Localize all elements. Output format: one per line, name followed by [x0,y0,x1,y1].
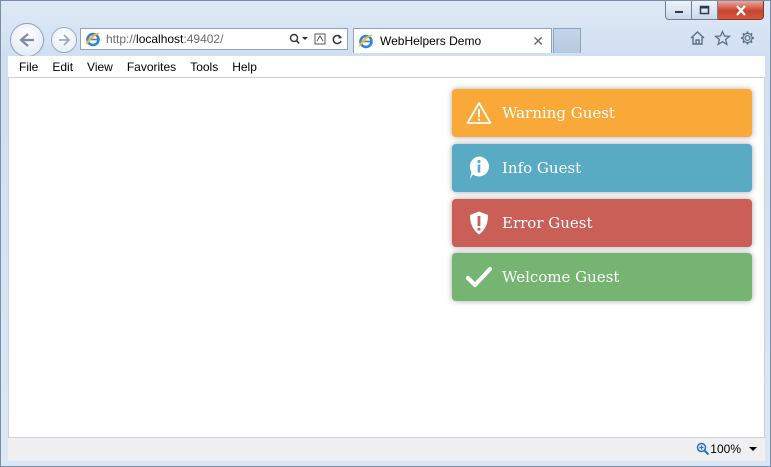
tab-close-button[interactable]: ✕ [532,34,544,48]
browser-toolbar-right [689,30,756,46]
minimize-button[interactable] [665,1,692,20]
close-window-button[interactable] [718,1,764,20]
address-tools [289,33,343,45]
zoom-dropdown-icon[interactable] [749,447,757,451]
menu-bar: File Edit View Favorites Tools Help [8,56,765,78]
toast-info[interactable]: Info Guest [452,144,752,192]
maximize-button[interactable] [692,1,718,20]
forward-button[interactable] [51,27,77,53]
gear-icon[interactable] [739,30,756,46]
toast-error-text: Error Guest [502,214,593,232]
ie-tab-icon [359,34,373,49]
close-icon [735,4,746,16]
refresh-icon[interactable] [331,33,343,45]
toast-error[interactable]: Error Guest [452,199,752,247]
menu-file[interactable]: File [18,60,39,74]
home-icon[interactable] [689,30,706,46]
compatibility-view-icon[interactable] [314,33,326,45]
menu-help[interactable]: Help [231,60,258,74]
menu-view[interactable]: View [86,60,114,74]
back-arrow-icon [19,33,34,47]
back-button[interactable] [10,23,44,57]
toast-warning-text: Warning Guest [502,104,615,122]
forward-arrow-icon [59,34,71,46]
checkmark-icon [466,264,492,290]
menu-edit[interactable]: Edit [51,60,74,74]
zoom-level: 100% [710,442,741,456]
search-icon[interactable] [289,33,309,45]
info-bubble-icon [466,155,492,181]
favorites-star-icon[interactable] [714,30,731,46]
status-bar: 100% [8,437,765,461]
window-caption-buttons [665,1,764,20]
zoom-control[interactable]: 100% [696,442,741,456]
ie-logo-icon [86,32,100,47]
tab-title: WebHelpers Demo [380,34,482,48]
address-bar[interactable]: http://localhost:49402/ [80,28,348,50]
browser-window: http://localhost:49402/ WebHelpers Demo … [0,0,771,467]
toast-success[interactable]: Welcome Guest [452,253,752,301]
menu-tools[interactable]: Tools [189,60,219,74]
menu-favorites[interactable]: Favorites [126,60,177,74]
new-tab-button[interactable] [553,28,581,53]
toast-warning[interactable]: Warning Guest [452,89,752,137]
shield-exclamation-icon [466,210,492,236]
restore-icon [699,5,710,15]
toast-success-text: Welcome Guest [502,268,620,286]
minimize-icon [674,11,683,13]
tab-webhelpers-demo[interactable]: WebHelpers Demo ✕ [353,28,552,53]
toast-info-text: Info Guest [502,159,582,177]
url-text: http://localhost:49402/ [106,32,224,46]
page-content: Warning Guest Info Guest Error Guest Wel… [8,78,765,437]
zoom-icon [697,442,710,456]
warning-triangle-icon [466,100,492,126]
